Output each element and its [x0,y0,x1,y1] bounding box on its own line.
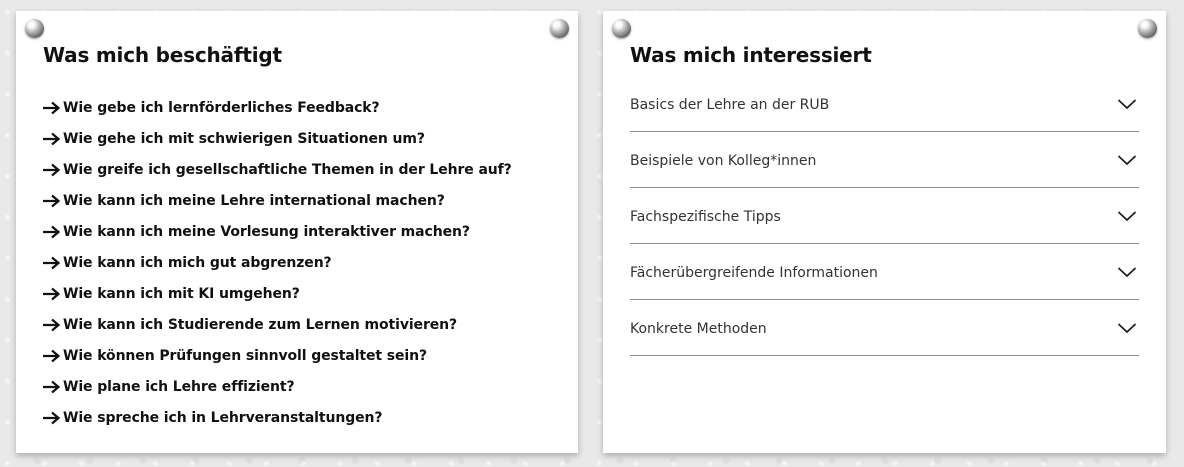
right-card: Was mich interessiert Basics der Lehre a… [603,11,1166,453]
topic-accordion: Basics der Lehre an der RUB Beispiele vo… [630,76,1139,356]
question-link-list: Wie gebe ich lernförderliches Feedback? … [42,92,512,433]
arrow-right-icon [43,318,61,331]
list-item: Wie gebe ich lernförderliches Feedback? [42,92,512,123]
question-link[interactable]: Wie kann ich Studierende zum Lernen moti… [42,317,457,333]
list-item: Wie kann ich mich gut abgrenzen? [42,247,512,278]
arrow-right-icon [43,380,61,393]
arrow-right-icon [43,225,61,238]
list-item: Wie plane ich Lehre effizient? [42,371,512,402]
list-item: Wie gehe ich mit schwierigen Situationen… [42,123,512,154]
question-link[interactable]: Wie können Prüfungen sinnvoll gestaltet … [42,348,427,364]
question-link-label: Wie kann ich mit KI umgehen? [63,285,300,302]
question-link-label: Wie gehe ich mit schwierigen Situationen… [63,130,425,147]
pin-icon [25,19,44,38]
chevron-down-icon [1117,266,1137,277]
question-link-label: Wie können Prüfungen sinnvoll gestaltet … [63,347,427,364]
arrow-right-icon [43,287,61,300]
question-link[interactable]: Wie gebe ich lernförderliches Feedback? [42,100,380,116]
question-link[interactable]: Wie kann ich meine Vorlesung interaktive… [42,224,470,240]
list-item: Wie kann ich mit KI umgehen? [42,278,512,309]
pin-icon [612,19,631,38]
chevron-down-icon [1117,98,1137,109]
list-item: Wie kann ich Studierende zum Lernen moti… [42,309,512,340]
left-card-title: Was mich beschäftigt [43,43,282,67]
right-card-title: Was mich interessiert [630,43,872,67]
accordion-item-label: Fachspezifische Tipps [630,208,781,225]
question-link-label: Wie gebe ich lernförderliches Feedback? [63,99,380,116]
accordion-item[interactable]: Fächerübergreifende Informationen [630,244,1139,300]
chevron-down-icon [1117,210,1137,221]
accordion-item[interactable]: Konkrete Methoden [630,300,1139,356]
question-link[interactable]: Wie gehe ich mit schwierigen Situationen… [42,131,425,147]
question-link-label: Wie kann ich Studierende zum Lernen moti… [63,316,458,333]
question-link[interactable]: Wie kann ich mit KI umgehen? [42,286,300,302]
question-link[interactable]: Wie kann ich mich gut abgrenzen? [42,255,332,271]
accordion-item-label: Basics der Lehre an der RUB [630,96,830,113]
question-link[interactable]: Wie plane ich Lehre effizient? [42,379,295,395]
pin-icon [550,19,569,38]
chevron-down-icon [1117,154,1137,165]
list-item: Wie kann ich meine Lehre international m… [42,185,512,216]
list-item: Wie spreche ich in Lehrveranstaltungen? [42,402,512,433]
question-link-label: Wie kann ich mich gut abgrenzen? [63,254,332,271]
accordion-item-label: Konkrete Methoden [630,320,767,337]
question-link-label: Wie plane ich Lehre effizient? [63,378,295,395]
arrow-right-icon [43,349,61,362]
arrow-right-icon [43,101,61,114]
question-link[interactable]: Wie spreche ich in Lehrveranstaltungen? [42,409,383,426]
question-link-label: Wie spreche ich in Lehrveranstaltungen? [63,409,383,426]
list-item: Wie können Prüfungen sinnvoll gestaltet … [42,340,512,371]
arrow-right-icon [43,163,61,176]
arrow-right-icon [43,256,61,269]
left-card: Was mich beschäftigt Wie gebe ich lernfö… [16,11,578,453]
question-link-label: Wie greife ich gesellschaftliche Themen … [63,161,512,178]
question-link-label: Wie kann ich meine Lehre international m… [63,192,445,209]
accordion-item[interactable]: Fachspezifische Tipps [630,188,1139,244]
arrow-right-icon [43,411,61,424]
accordion-item-label: Fächerübergreifende Informationen [630,264,878,281]
arrow-right-icon [43,194,61,207]
list-item: Wie greife ich gesellschaftliche Themen … [42,154,512,185]
question-link[interactable]: Wie greife ich gesellschaftliche Themen … [42,162,512,178]
pin-icon [1138,19,1157,38]
question-link[interactable]: Wie kann ich meine Lehre international m… [42,193,445,209]
question-link-label: Wie kann ich meine Vorlesung interaktive… [63,223,470,240]
accordion-item[interactable]: Beispiele von Kolleg*innen [630,132,1139,188]
accordion-item-label: Beispiele von Kolleg*innen [630,152,817,169]
accordion-item[interactable]: Basics der Lehre an der RUB [630,76,1139,132]
list-item: Wie kann ich meine Vorlesung interaktive… [42,216,512,247]
arrow-right-icon [43,132,61,145]
chevron-down-icon [1117,322,1137,333]
